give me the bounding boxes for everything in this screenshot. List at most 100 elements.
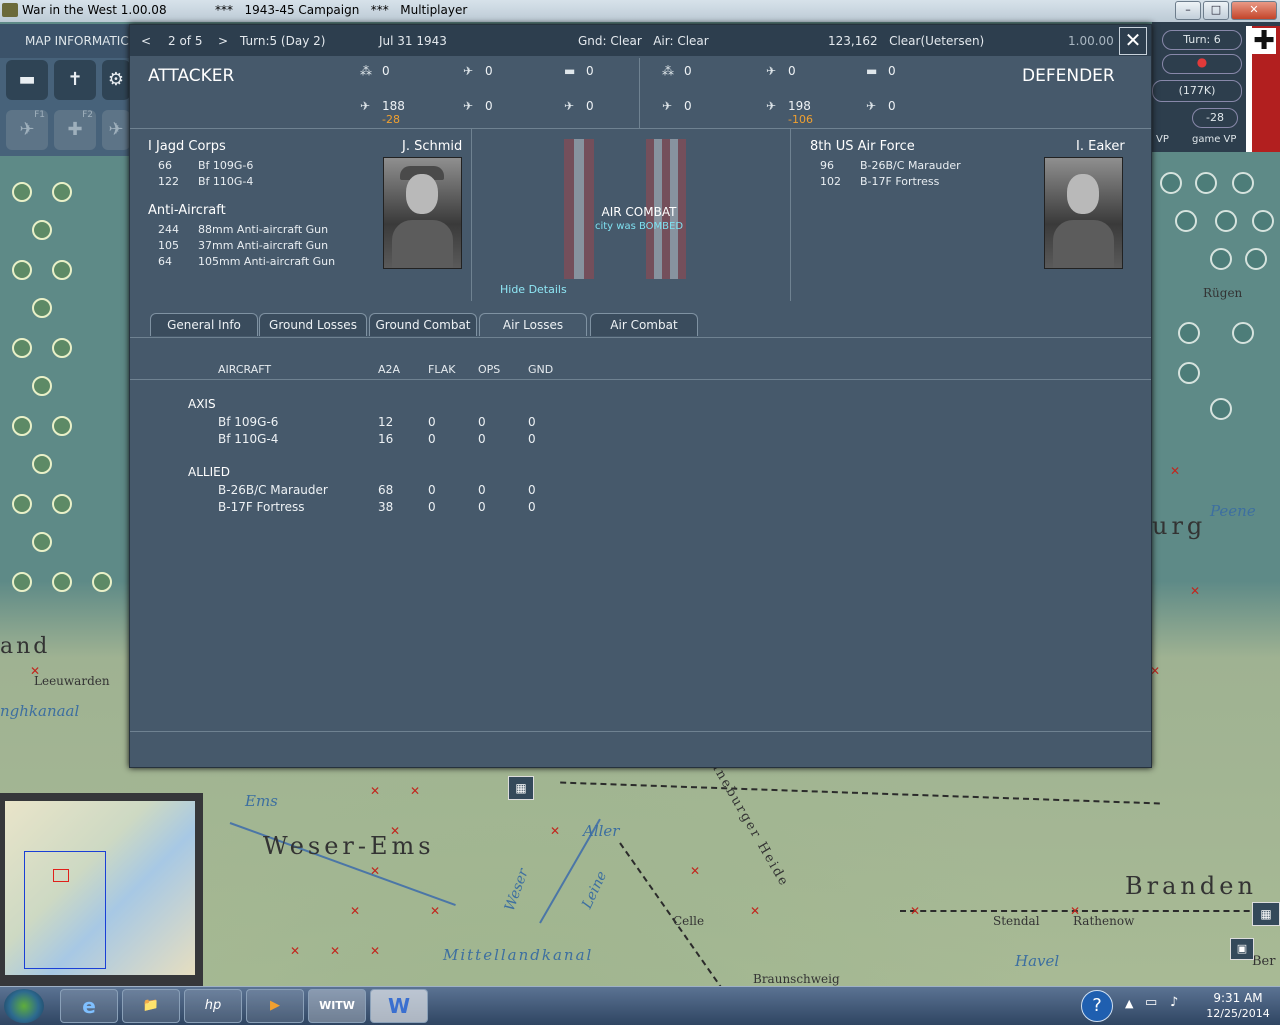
network-icon[interactable]: ▭ [1145, 995, 1157, 1010]
unit-marker[interactable]: ✕ [290, 944, 300, 958]
hex-marker[interactable] [12, 572, 32, 592]
gear-icon[interactable]: ⚙ [102, 60, 130, 100]
tab-general-info[interactable]: General Info [150, 313, 258, 336]
taskbar: e 📁 hp ▶ WITW W ? ▲ ▭ ♪ 9:31 AM 12/25/20… [0, 986, 1280, 1025]
hex-marker[interactable] [52, 416, 72, 436]
tab-air-combat[interactable]: Air Combat [590, 313, 698, 336]
hide-details-link[interactable]: Hide Details [500, 283, 567, 296]
unit-marker[interactable]: ✕ [370, 864, 380, 878]
unit-marker[interactable]: ✕ [1190, 584, 1200, 598]
air-icon[interactable]: ✈ F1 [6, 110, 48, 150]
clock-date[interactable]: 12/25/2014 [1200, 1007, 1276, 1020]
help-icon[interactable]: ? [1081, 990, 1113, 1022]
prev-report-button[interactable]: < [141, 34, 151, 48]
hp-icon[interactable]: hp [184, 989, 242, 1023]
unit-marker[interactable]: ✕ [750, 904, 760, 918]
unit-marker[interactable]: ✕ [330, 944, 340, 958]
defender-unit-name[interactable]: 8th US Air Force [810, 139, 915, 154]
close-dialog-button[interactable]: ✕ [1119, 27, 1147, 55]
tab-air-losses[interactable]: Air Losses [479, 313, 587, 336]
close-window-button[interactable]: ✕ [1231, 1, 1277, 20]
unit-marker[interactable]: ✕ [370, 944, 380, 958]
map-label-leeuwarden: Leeuwarden [34, 674, 110, 688]
hex-marker[interactable] [12, 260, 32, 280]
hex-marker[interactable] [1252, 210, 1274, 232]
hex-marker[interactable] [1245, 248, 1267, 270]
next-report-button[interactable]: > [218, 34, 228, 48]
show-hidden-icons[interactable]: ▲ [1125, 997, 1133, 1010]
units-icon[interactable]: ✝ [54, 60, 96, 100]
defender-commander[interactable]: I. Eaker [1076, 139, 1125, 154]
defender-aircraft-row: 96 B-26B/C Marauder [820, 159, 961, 172]
unit-marker[interactable]: ✕ [370, 784, 380, 798]
map-info-label[interactable]: MAP INFORMATIC [25, 34, 129, 48]
clock-time[interactable]: 9:31 AM [1208, 991, 1268, 1005]
hex-marker[interactable] [1178, 362, 1200, 384]
portrait-coat [1053, 220, 1114, 268]
tab-ground-losses[interactable]: Ground Losses [259, 313, 367, 336]
hex-marker[interactable] [1210, 398, 1232, 420]
hex-marker[interactable] [1195, 172, 1217, 194]
minimize-button[interactable]: – [1175, 1, 1201, 20]
hex-marker[interactable] [1178, 322, 1200, 344]
hex-marker[interactable] [12, 182, 32, 202]
map-label-stendal: Stendal [993, 914, 1040, 928]
minimap-selection [53, 869, 69, 882]
hex-marker[interactable] [1232, 322, 1254, 344]
maximize-button[interactable]: □ [1203, 1, 1229, 20]
hex-marker[interactable] [12, 416, 32, 436]
internet-explorer-icon[interactable]: e [60, 989, 118, 1023]
hex-marker[interactable] [1232, 172, 1254, 194]
hex-marker[interactable] [1175, 210, 1197, 232]
attacker-unit-name[interactable]: I Jagd Corps [148, 139, 226, 154]
unit-marker[interactable]: ✕ [550, 824, 560, 838]
map-unit-counter[interactable]: ▦ [1252, 902, 1280, 926]
tank-icon[interactable]: ▬ [6, 60, 48, 100]
unit-marker[interactable]: ✕ [350, 904, 360, 918]
hex-marker[interactable] [52, 338, 72, 358]
map-unit-counter[interactable]: ▣ [1230, 938, 1254, 960]
unit-marker[interactable]: ✕ [1170, 464, 1180, 478]
hex-marker[interactable] [12, 338, 32, 358]
plane-icon[interactable]: ✈ [102, 110, 130, 150]
hex-marker[interactable] [52, 494, 72, 514]
hex-marker[interactable] [32, 454, 52, 474]
hex-marker[interactable] [1160, 172, 1182, 194]
word-icon[interactable]: W [370, 989, 428, 1023]
defender-infantry: ⁂ 0 [662, 64, 692, 78]
unit-marker[interactable]: ✕ [690, 864, 700, 878]
hex-marker[interactable] [52, 572, 72, 592]
hex-marker[interactable] [32, 220, 52, 240]
hex-marker[interactable] [52, 182, 72, 202]
start-button[interactable] [4, 989, 44, 1023]
unit-marker[interactable]: ✕ [430, 904, 440, 918]
unit-marker[interactable]: ✕ [910, 904, 920, 918]
hex-marker[interactable] [32, 376, 52, 396]
tab-ground-combat[interactable]: Ground Combat [369, 313, 477, 336]
file-explorer-icon[interactable]: 📁 [122, 989, 180, 1023]
group-allied: ALLIED [188, 465, 230, 479]
hex-marker[interactable] [92, 572, 112, 592]
hex-marker[interactable] [1215, 210, 1237, 232]
attacker-commander-portrait[interactable] [383, 157, 462, 269]
witw-app-icon[interactable]: WITW [308, 989, 366, 1023]
hex-marker[interactable] [32, 298, 52, 318]
media-player-icon[interactable]: ▶ [246, 989, 304, 1023]
hex-marker[interactable] [1210, 248, 1232, 270]
bomber-icon: ✈ [766, 99, 777, 113]
fighter-icon: ✈ [766, 64, 777, 78]
defender-title: DEFENDER [1022, 66, 1115, 86]
ground-air-icon[interactable]: ✚ F2 [54, 110, 96, 150]
defender-commander-portrait[interactable] [1044, 157, 1123, 269]
minimap[interactable] [0, 793, 203, 986]
volume-icon[interactable]: ♪ [1170, 995, 1178, 1010]
pointer-icon[interactable]: ● [1162, 54, 1242, 74]
map-unit-counter[interactable]: ▦ [508, 776, 534, 800]
hex-marker[interactable] [32, 532, 52, 552]
attacker-commander[interactable]: J. Schmid [402, 139, 462, 154]
hex-marker[interactable] [12, 494, 32, 514]
dialog-header: < 2 of 5 > Turn:5 (Day 2) Jul 31 1943 Gn… [130, 25, 1151, 56]
hex-marker[interactable] [52, 260, 72, 280]
unit-marker[interactable]: ✕ [410, 784, 420, 798]
cell-a2a: 12 [378, 415, 394, 429]
